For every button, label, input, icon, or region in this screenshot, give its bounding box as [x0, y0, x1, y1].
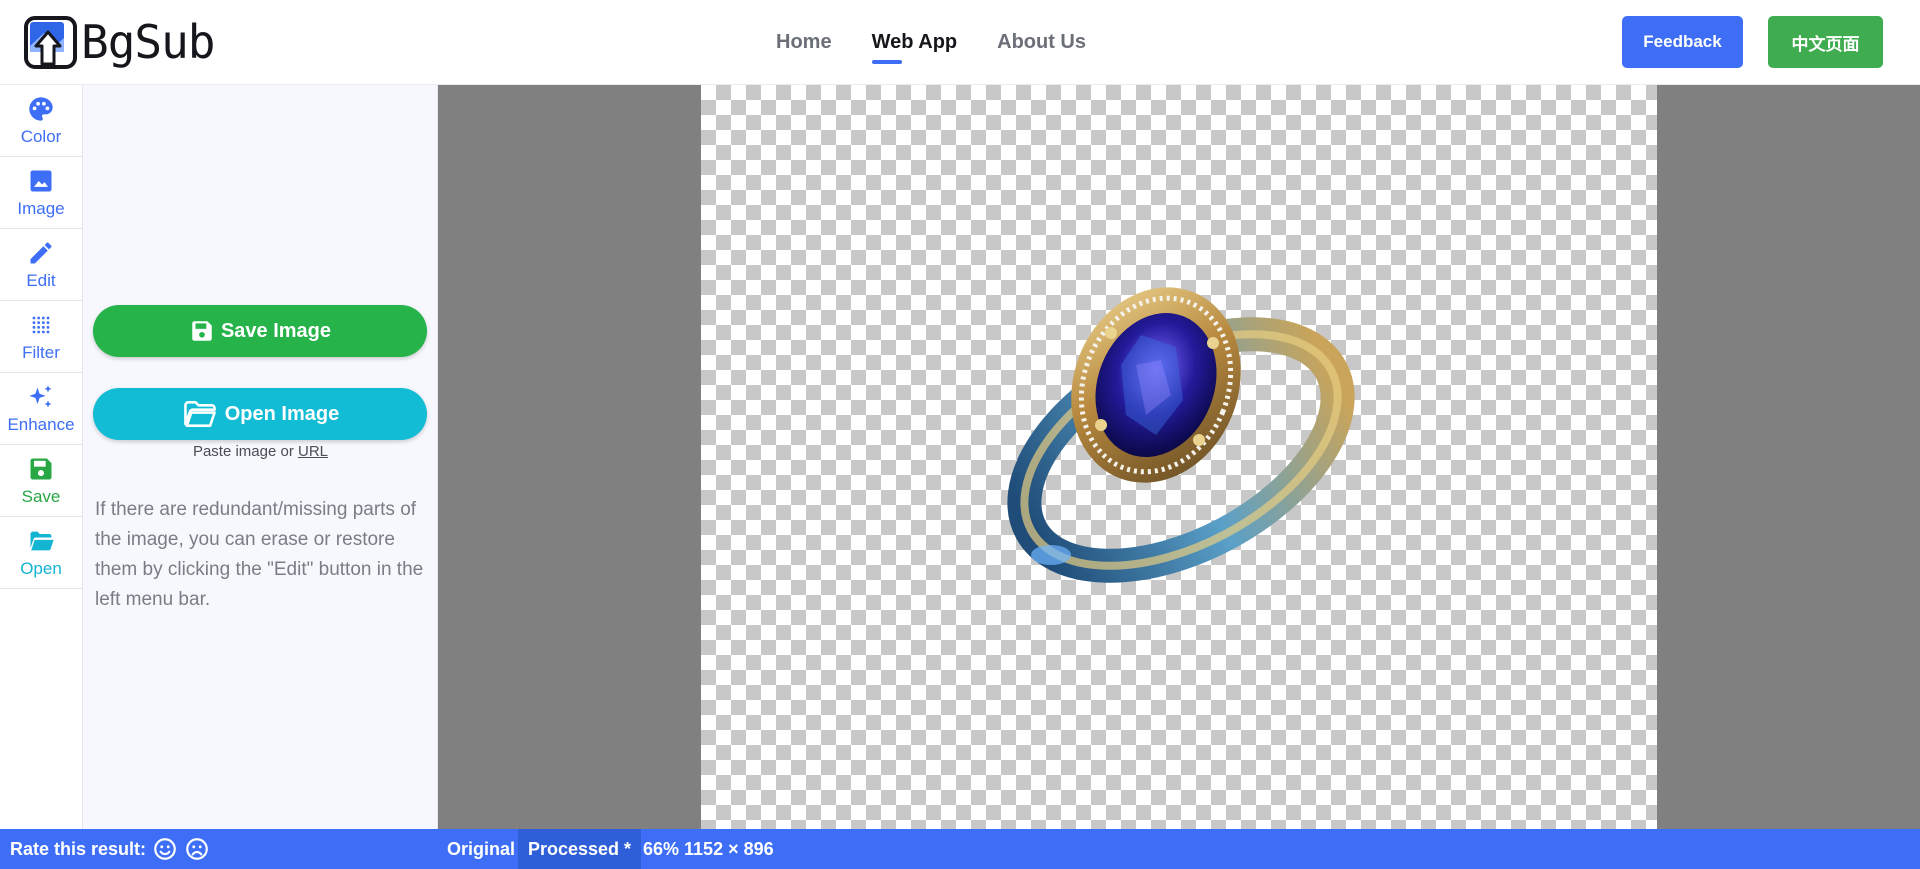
sidebar-item-label: Image [17, 198, 65, 218]
edit-hint-text: If there are redundant/missing parts of … [95, 499, 424, 610]
sidebar-item-label: Save [21, 486, 61, 506]
paste-url-link[interactable]: URL [298, 443, 328, 460]
sparkle-icon [29, 384, 52, 407]
pencil-icon [30, 241, 52, 263]
open-image-button[interactable]: Open Image [93, 388, 427, 440]
sidebar-item-filter[interactable]: Filter [0, 301, 82, 373]
sidebar-item-edit[interactable]: Edit [0, 229, 82, 301]
feedback-button[interactable]: Feedback [1622, 16, 1743, 68]
sidebar-item-color[interactable]: Color [0, 85, 82, 157]
image-info: 66% 1152 × 896 [643, 838, 774, 859]
tab-original[interactable]: Original [437, 829, 525, 869]
ring-image [1007, 287, 1355, 583]
sidebar-item-label: Open [20, 558, 62, 578]
smile-icon[interactable] [152, 836, 178, 862]
dots-grid-icon [32, 316, 50, 333]
status-bar: Rate this result: Original Processed * 6… [0, 829, 1920, 869]
image-canvas[interactable] [438, 85, 1920, 829]
sidebar-item-label: Color [20, 126, 62, 146]
logo-text: BgSub [81, 15, 215, 69]
save-image-label: Save Image [220, 319, 332, 342]
image-icon [30, 170, 52, 191]
tool-sidebar: Color Image Edit Filter Enhance Save Ope… [0, 85, 83, 829]
chinese-page-button[interactable]: 中文页面 [1768, 16, 1883, 68]
top-header: BgSub Home Web App About Us Feedback 中文页… [0, 0, 1920, 85]
paste-instructions: Paste image or URL [83, 443, 438, 460]
sidebar-item-open[interactable]: Open [0, 517, 82, 589]
sidebar-item-save[interactable]: Save [0, 445, 82, 517]
open-image-label: Open Image [224, 402, 340, 425]
logo-icon [24, 15, 77, 69]
nav-web-app[interactable]: Web App [871, 31, 957, 64]
tab-processed[interactable]: Processed * [518, 829, 642, 869]
app-logo[interactable]: BgSub [24, 14, 215, 70]
transparency-checkerboard [701, 85, 1657, 829]
sidebar-item-label: Edit [26, 270, 56, 290]
palette-icon [29, 96, 53, 121]
main-nav: Home Web App About Us [776, 0, 1086, 85]
folder-open-icon [30, 531, 54, 550]
rate-label: Rate this result: [10, 838, 147, 859]
rate-result: Rate this result: [10, 829, 210, 869]
save-image-button[interactable]: Save Image [93, 305, 427, 357]
options-panel: Save Image Open Image Paste image or URL… [83, 85, 438, 829]
frown-icon[interactable] [184, 836, 210, 862]
sidebar-item-enhance[interactable]: Enhance [0, 373, 82, 445]
sidebar-item-image[interactable]: Image [0, 157, 82, 229]
sidebar-item-label: Filter [22, 342, 60, 362]
paste-text: Paste image or [192, 443, 294, 460]
nav-about-us[interactable]: About Us [997, 31, 1086, 54]
sidebar-item-label: Enhance [7, 414, 75, 434]
nav-home[interactable]: Home [776, 31, 832, 54]
folder-open-icon [183, 401, 216, 427]
floppy-disk-icon [192, 321, 212, 341]
floppy-disk-icon [30, 458, 52, 479]
